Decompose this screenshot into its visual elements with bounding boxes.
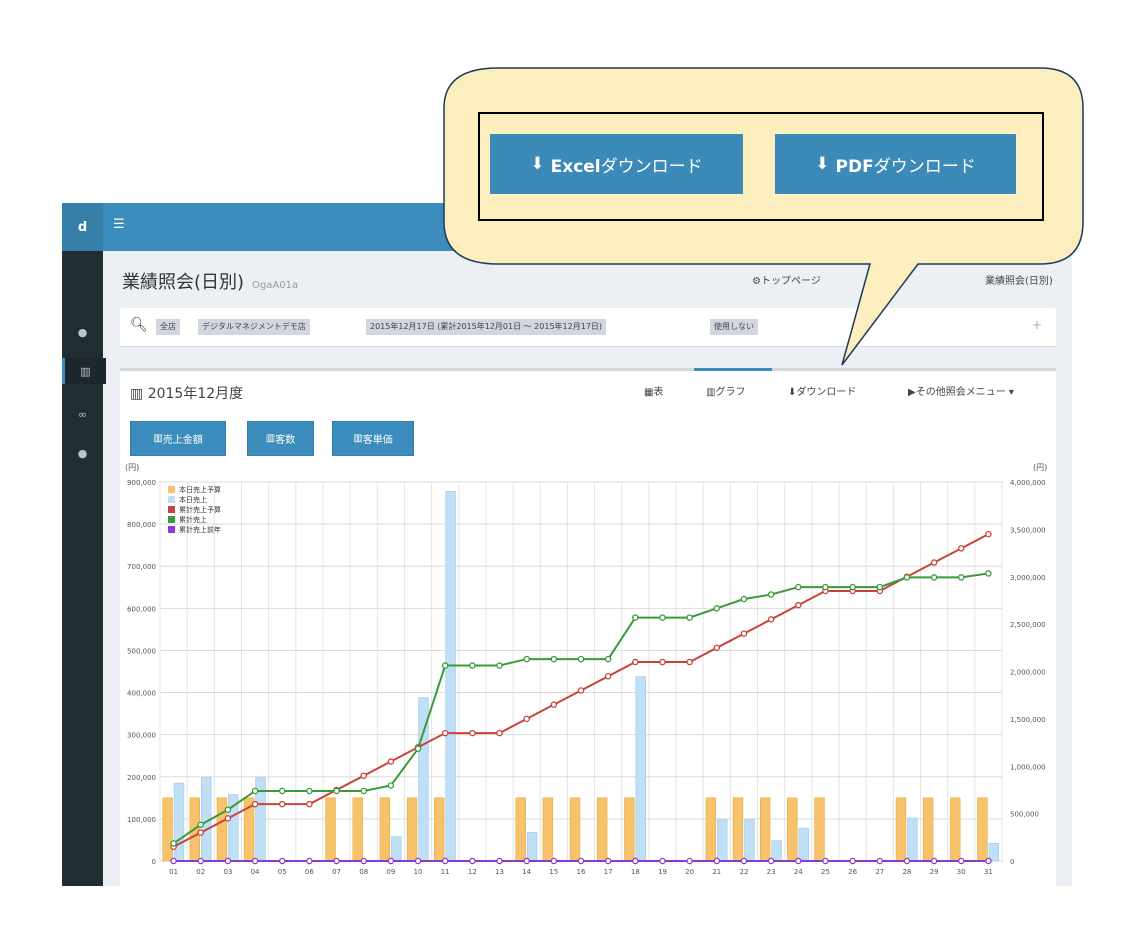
pdf-download-button[interactable]: ⬇ PDFダウンロード xyxy=(775,134,1016,194)
download-icon: ⬇ xyxy=(815,154,830,174)
excel-download-button[interactable]: ⬇ Excelダウンロード xyxy=(490,134,743,194)
excel-label-rest[interactable]: ダウンロード xyxy=(601,157,703,177)
pdf-label-strong[interactable]: PDF xyxy=(836,157,874,177)
pdf-label-rest[interactable]: ダウンロード xyxy=(874,157,976,177)
download-icon: ⬇ xyxy=(530,154,545,174)
excel-label-strong[interactable]: Excel xyxy=(551,157,601,177)
download-options-box: ⬇ Excelダウンロード ⬇ PDFダウンロード xyxy=(478,112,1044,221)
